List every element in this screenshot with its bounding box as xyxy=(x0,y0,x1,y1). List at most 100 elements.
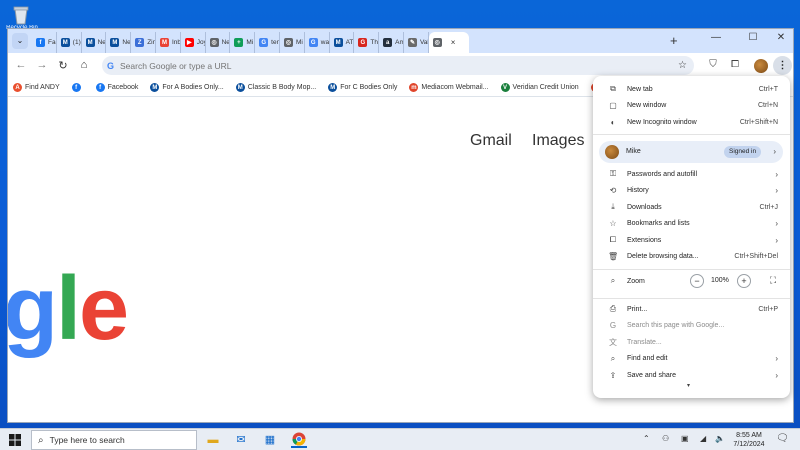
notification-icon[interactable]: 🗨 xyxy=(776,433,789,444)
mopar-icon: M xyxy=(110,38,120,47)
network-icon[interactable]: ◢ xyxy=(700,434,706,443)
menu-shortcut: Ctrl+Shift+N xyxy=(739,118,778,126)
gmail-link[interactable]: Gmail xyxy=(470,132,512,150)
minimize-button[interactable]: — xyxy=(706,32,726,43)
clock[interactable]: 8:55 AM 7/12/2024 xyxy=(727,431,771,449)
logo-letter: g xyxy=(7,259,58,359)
tab-active[interactable]: ◎ × xyxy=(428,32,469,53)
new-tab-button[interactable]: + xyxy=(670,33,678,48)
scroll-down-icon[interactable]: ▾ xyxy=(687,382,690,389)
forward-button[interactable]: → xyxy=(35,59,49,71)
incognito-icon: ◐ xyxy=(610,117,616,127)
mopar-icon: M xyxy=(333,38,343,47)
zoom-out-button[interactable]: − xyxy=(690,274,704,288)
close-tab-icon[interactable]: × xyxy=(451,38,456,47)
close-window-button[interactable]: ✕ xyxy=(771,32,791,43)
tab-3[interactable]: M Ne xyxy=(106,32,132,53)
maximize-button[interactable]: ☐ xyxy=(743,32,763,43)
tray-chevron-icon[interactable]: ⌃ xyxy=(643,434,650,443)
menu-item-print[interactable]: ⎙ Print... Ctrl+P xyxy=(593,301,790,317)
reload-button[interactable]: ↻ xyxy=(56,59,70,72)
omnibox[interactable]: G ☆ xyxy=(102,56,694,75)
menu-item-history[interactable]: ⟲ History › xyxy=(593,183,790,199)
tab-search-button[interactable]: ⌄ xyxy=(12,33,28,49)
bookmark-0[interactable]: A Find ANDY xyxy=(13,83,60,92)
facebook-icon: f xyxy=(95,83,105,92)
tab-2[interactable]: M Ne xyxy=(82,32,107,53)
andy-icon: A xyxy=(13,83,22,92)
mopar-icon: M xyxy=(85,38,95,47)
logo-letter: l xyxy=(55,259,81,359)
tray-display-icon[interactable]: ▣ xyxy=(681,434,689,443)
fullscreen-button[interactable]: ⛶ xyxy=(766,274,780,288)
tab-label: Val xyxy=(419,39,429,46)
google-logo: gle xyxy=(8,264,129,354)
windows-start-icon[interactable] xyxy=(9,434,21,446)
tab-9[interactable]: Gten xyxy=(255,32,280,53)
tabs-container: fFacM(1)MNeMNeZZinMInb▶Joy◎Ne+MiGten◎MiG… xyxy=(32,32,469,53)
sheets-icon: + xyxy=(234,38,244,47)
tab-13[interactable]: G Thi xyxy=(354,32,380,53)
tab-strip: ⌄ fFacM(1)MNeMNeZZinMInb▶Joy◎Ne+MiGten◎M… xyxy=(8,29,793,53)
menu-item-new-window[interactable]: ▢ New window Ctrl+N xyxy=(593,98,790,114)
menu-item-download[interactable]: ⤓ Downloads Ctrl+J xyxy=(593,199,790,215)
extensions-puzzle-icon[interactable]: ⧠ xyxy=(728,59,742,70)
back-button[interactable]: ← xyxy=(14,59,28,71)
file-explorer-icon[interactable]: ▬ xyxy=(205,432,221,448)
menu-item-find-edit[interactable]: ⌕ Find and edit › xyxy=(593,351,790,367)
chevron-right-icon: › xyxy=(775,186,778,195)
tab-6[interactable]: ▶Joy xyxy=(181,32,206,53)
bookmark-3[interactable]: M For A Bodies Only... xyxy=(150,83,224,92)
tab-0[interactable]: fFac xyxy=(32,32,57,53)
menu-item-extensions[interactable]: ⧠ Extensions › xyxy=(593,232,790,248)
menu-item-incognito[interactable]: ◐ New Incognito window Ctrl+Shift+N xyxy=(593,114,790,130)
bookmark-7[interactable]: V Veridian Credit Union xyxy=(500,83,579,92)
bookmark-4[interactable]: M Classic B Body Mop... xyxy=(235,83,316,92)
tab-15[interactable]: ✎ Val xyxy=(404,32,429,53)
taskbar-search-box[interactable]: ⌕ Type here to search xyxy=(31,430,197,450)
tab-10[interactable]: ◎ Mi xyxy=(280,32,305,53)
bookmark-star-button[interactable]: ☆ xyxy=(678,60,687,71)
bookmark-label: Mediacom Webmail... xyxy=(421,84,489,91)
tab-label: (1) xyxy=(72,39,81,46)
tab-8[interactable]: + Mi xyxy=(230,32,256,53)
menu-item-key[interactable]: ⚿ Passwords and autofill › xyxy=(593,166,790,182)
menu-item-share[interactable]: ⇪ Save and share › xyxy=(593,367,790,383)
menu-profile[interactable]: Mike Signed in › xyxy=(599,141,783,163)
bookmark-1[interactable]: f xyxy=(71,83,84,92)
tab-11[interactable]: Gwa xyxy=(305,32,330,53)
tab-4[interactable]: Z Zin xyxy=(131,32,156,53)
tab-5[interactable]: M Inb xyxy=(156,32,181,53)
tab-1[interactable]: M (1) xyxy=(57,32,82,53)
address-input[interactable] xyxy=(120,60,641,71)
images-link[interactable]: Images xyxy=(532,132,584,150)
zoom-in-button[interactable]: + xyxy=(737,274,751,288)
tab-label: wa xyxy=(320,39,330,46)
mail-icon[interactable]: ✉ xyxy=(233,432,249,448)
tab-label: Mi xyxy=(295,39,303,46)
chevron-right-icon: › xyxy=(775,354,778,363)
google-g-icon: G xyxy=(107,60,115,71)
home-button[interactable]: ⌂ xyxy=(77,59,91,71)
bookmark-6[interactable]: m Mediacom Webmail... xyxy=(409,83,489,92)
store-icon[interactable]: ▦ xyxy=(262,432,278,448)
tab-7[interactable]: ◎ Ne xyxy=(206,32,231,53)
tab-14[interactable]: a Am xyxy=(379,32,404,53)
bookmark-5[interactable]: M For C Bodies Only xyxy=(328,83,397,92)
bookmark-2[interactable]: f Facebook xyxy=(95,83,138,92)
recycle-bin-icon[interactable] xyxy=(10,4,32,26)
profile-avatar[interactable] xyxy=(754,59,768,73)
youtube-icon: ▶ xyxy=(184,38,194,47)
google-search-icon: G xyxy=(609,321,617,330)
chrome-menu-button[interactable]: ⋮ xyxy=(773,56,792,75)
shield-extension-icon[interactable]: ⛉ xyxy=(706,59,720,70)
menu-item-bookmark-star[interactable]: ☆ Bookmarks and lists › xyxy=(593,216,790,232)
menu-item-trash[interactable]: 🗑 Delete browsing data... Ctrl+Shift+Del xyxy=(593,249,790,265)
chrome-taskbar-icon[interactable] xyxy=(291,432,307,448)
tray-app-icon[interactable]: ⚇ xyxy=(662,434,669,443)
volume-icon[interactable]: 🔈 xyxy=(715,434,725,443)
tab-label: Ne xyxy=(221,39,230,46)
menu-separator xyxy=(593,298,790,299)
tab-12[interactable]: M AT xyxy=(330,32,355,53)
menu-item-new-tab[interactable]: ⧉ New tab Ctrl+T xyxy=(593,81,790,97)
